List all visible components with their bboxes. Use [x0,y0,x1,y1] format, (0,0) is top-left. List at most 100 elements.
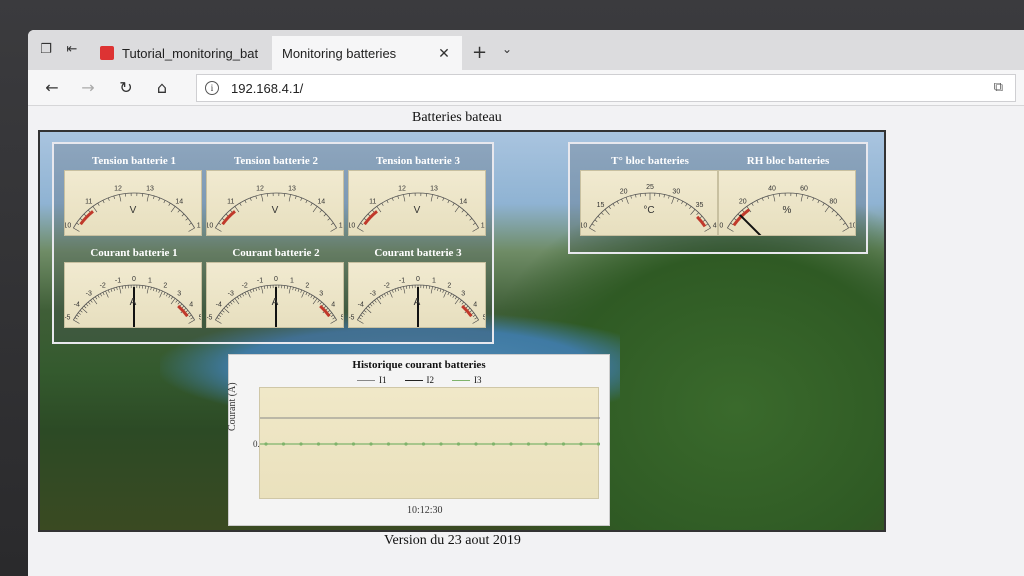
tab-sets-icon[interactable]: ❐ [38,42,54,58]
gauge-tick [386,292,389,296]
refresh-icon[interactable]: ↻ [116,78,136,98]
gauge-tick [78,312,81,315]
gauge-tick [360,222,364,226]
legend-item-i1[interactable]: I1 [357,375,387,385]
gauge-tick [330,319,337,324]
gauge-tick-label: 2 [447,283,451,290]
gauge-tick [358,317,362,320]
gauge-title: Tension batterie 2 [234,155,318,167]
gauge-tick [761,197,764,201]
tab-title: Tutorial_monitoring_batteri [122,45,258,61]
address-bar[interactable]: i 192.168.4.1/ ⧉ [196,74,1016,102]
series-point-i3 [351,442,356,446]
gauge-tick [150,287,152,291]
series-point-i3 [491,442,496,446]
gauge-tick [630,195,632,199]
gauge-tick [668,195,670,199]
gauge-tick [158,289,161,293]
gauge-tick [437,287,439,291]
tab-title: Monitoring batteries [282,45,397,61]
tab-monitoring[interactable]: Monitoring batteries ✕ [272,36,462,127]
gauge-tick [223,307,230,314]
gauge-tick [122,285,124,289]
gauge-tick [363,310,367,313]
gauge-tick [288,194,291,202]
gauge-tick-label: 40 [768,186,776,193]
series-point-i3 [456,442,461,446]
new-tab-icon[interactable]: + [472,42,487,63]
x-tick-label: 10:12:30 [407,505,443,516]
gauge-tick [215,227,222,232]
battery-gauges-group: Tension batterie 1101112131415VTension b… [52,142,494,344]
series-point-i3 [316,442,321,446]
chevron-down-icon[interactable]: ⌄ [502,42,512,56]
gauge-tick-label: 13 [288,186,296,193]
gauge-tick [327,218,331,221]
gauge-tick-label: 12 [114,186,122,193]
info-icon[interactable]: i [205,81,219,95]
gauge-tick [447,292,450,296]
gauge-tick [663,194,665,198]
plot-svg [260,417,601,446]
series-point-i3 [421,442,426,446]
gauge-tick [812,197,815,201]
gauge-tick [839,218,843,221]
gauge-tick [842,222,846,226]
gauge-tick-label: 1 [290,278,294,285]
gauge-tick [163,292,166,296]
analog-gauge: 101112131415V [348,170,486,236]
gauge-tick [330,314,334,318]
gauge-tick [403,194,406,202]
gauge-tick [704,227,711,232]
gauge-tick [434,287,436,291]
forward-icon[interactable]: → [78,78,98,98]
legend-label: I2 [426,375,435,385]
gauge-tick [220,312,223,315]
gauge-tick [295,287,297,291]
back-icon[interactable]: ← [42,78,62,98]
series-point-i3 [264,442,268,446]
series-point-i3 [544,442,548,446]
gauge-tick-label: 5 [483,315,486,322]
gauge-tick [258,287,260,291]
gauge-tick [102,200,105,204]
gauge-tick [100,293,102,297]
home-icon[interactable]: ⌂ [152,78,172,98]
gauge-tick [767,195,769,199]
set-tabs-aside-icon[interactable]: ⇤ [64,42,80,58]
url-text[interactable]: 192.168.4.1/ [231,81,303,96]
legend-item-i3[interactable]: I3 [452,375,482,385]
gauge-tick [249,197,252,201]
gauge-tick-label: -2 [242,283,248,290]
gauge-tick [300,289,303,293]
gauge-tick [76,314,80,318]
extension-icon[interactable]: ⧉ [994,80,1003,95]
gauge-tick [594,219,598,222]
gauge-tick [773,194,776,202]
gauge-tick [158,197,161,201]
gauge-tick [144,285,146,289]
gauge-tick [400,287,402,291]
gauge-tick [394,288,397,292]
gauge-tick-label: 10 [65,223,71,230]
legend-item-i2[interactable]: I2 [404,375,435,385]
gauge-tick [442,289,445,293]
gauge-tick-label: -1 [257,278,263,285]
tab-tutorial[interactable]: Tutorial_monitoring_batteri [90,36,268,70]
page-content: Batteries bateau Tension batterie 110111… [28,107,1024,576]
gauge-tick [185,218,189,221]
plot-area [259,387,601,499]
gauge-tick [252,288,255,292]
series-point-i3 [404,442,408,446]
gauge-tick [330,227,337,232]
gauge-tick-label: 12 [256,186,264,193]
close-tab-icon[interactable]: ✕ [436,45,452,62]
series-point-i3 [526,442,531,446]
gauge-title: Courant batterie 2 [232,247,320,259]
series-point-i3 [579,442,583,446]
gauge-tick-label: -1 [115,278,121,285]
series-point-i3 [334,442,338,446]
gauge-needle [739,214,762,235]
gauge-tick [216,317,220,320]
gauge-tick [188,222,192,226]
